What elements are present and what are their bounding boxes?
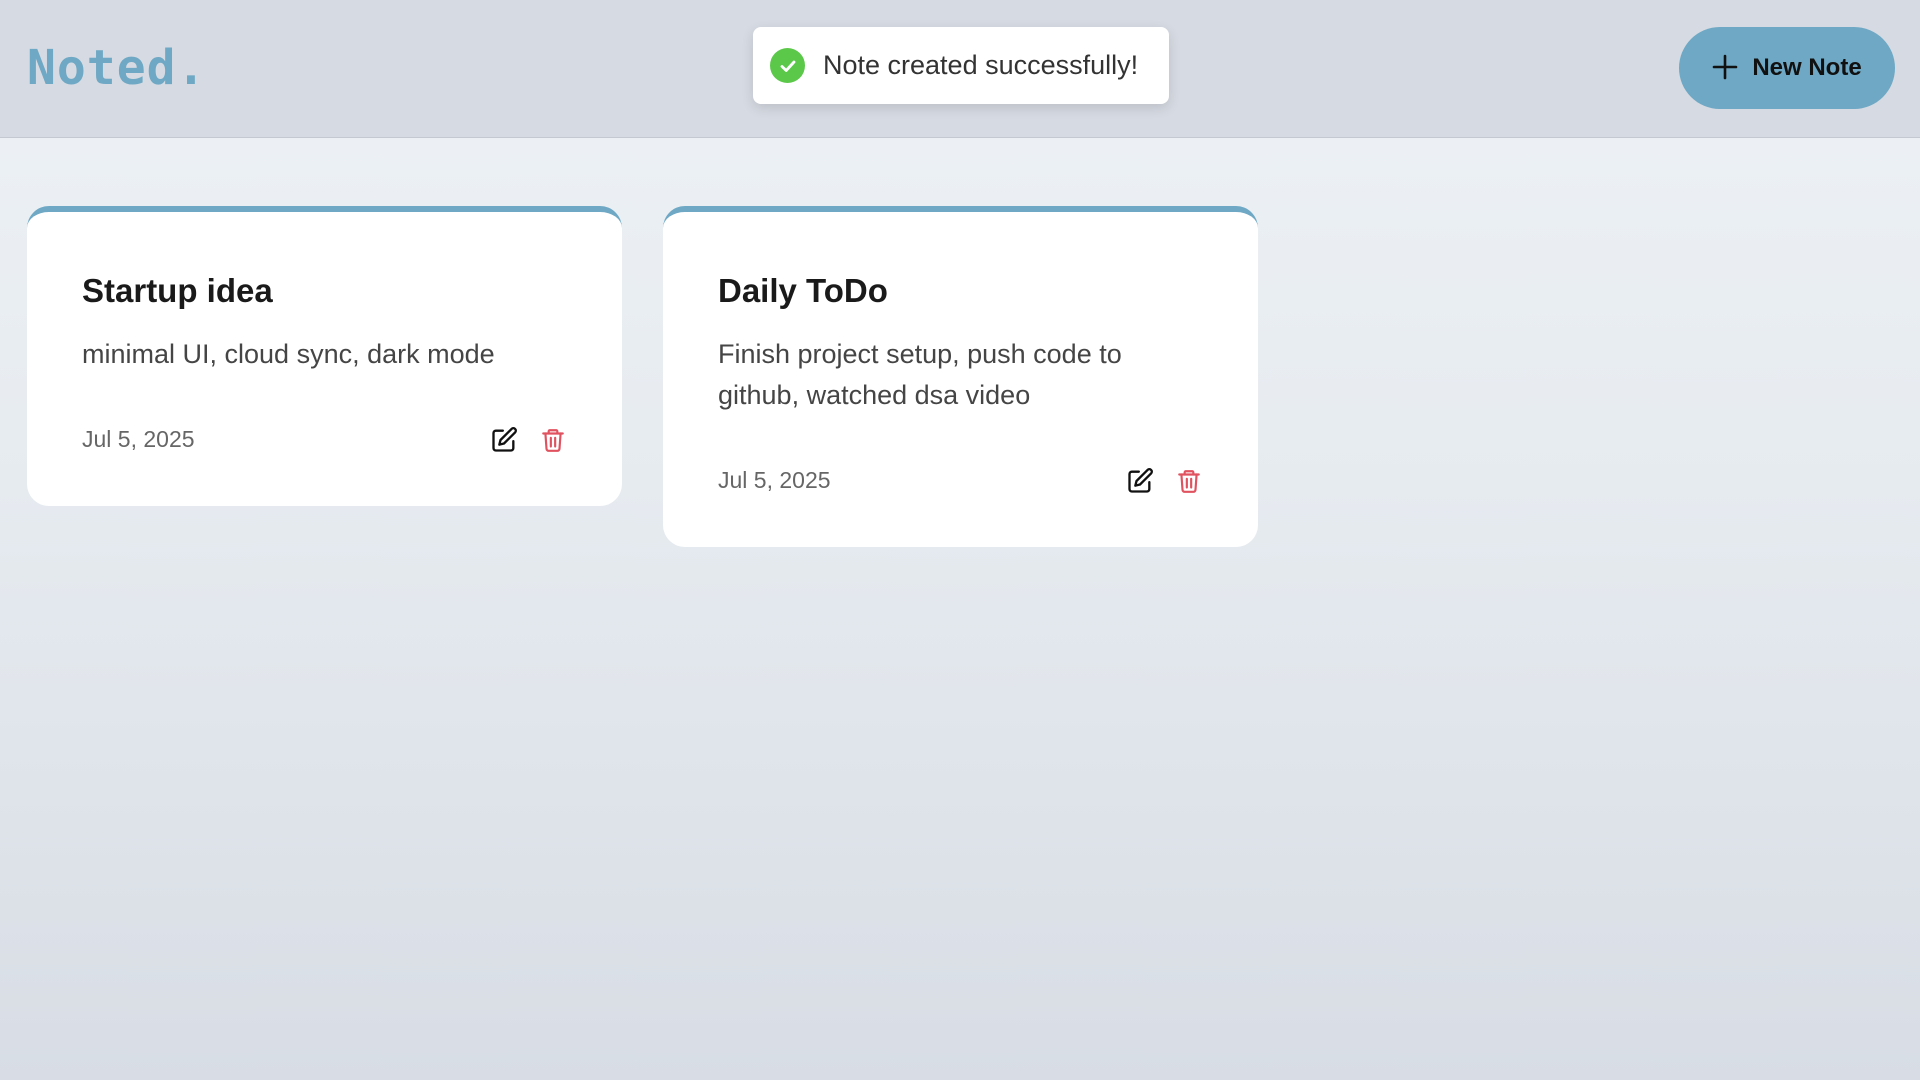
new-note-button[interactable]: New Note — [1679, 27, 1895, 109]
note-card[interactable]: Daily ToDo Finish project setup, push co… — [663, 206, 1258, 547]
note-title: Daily ToDo — [718, 272, 888, 309]
trash-icon[interactable] — [538, 425, 567, 454]
note-actions — [489, 425, 567, 454]
toast-message: Note created successfully! — [823, 50, 1139, 80]
new-note-label: New Note — [1752, 54, 1862, 81]
edit-icon[interactable] — [489, 425, 518, 454]
note-card[interactable]: Startup idea minimal UI, cloud sync, dar… — [27, 206, 622, 506]
note-title: Startup idea — [82, 272, 273, 309]
edit-icon[interactable] — [1125, 466, 1154, 495]
check-circle-icon — [770, 48, 805, 83]
note-date: Jul 5, 2025 — [82, 426, 195, 452]
plus-icon — [1712, 54, 1738, 83]
note-footer: Jul 5, 2025 — [82, 425, 567, 454]
note-footer: Jul 5, 2025 — [718, 466, 1203, 495]
note-body: minimal UI, cloud sync, dark mode — [82, 339, 495, 369]
app-logo: Noted. — [27, 40, 207, 96]
app-header: Noted. Note created successfully! New No… — [0, 0, 1920, 138]
note-body: Finish project setup, push code to githu… — [718, 339, 1122, 410]
note-date: Jul 5, 2025 — [718, 467, 831, 493]
trash-icon[interactable] — [1174, 466, 1203, 495]
success-toast: Note created successfully! — [753, 27, 1169, 104]
note-actions — [1125, 466, 1203, 495]
